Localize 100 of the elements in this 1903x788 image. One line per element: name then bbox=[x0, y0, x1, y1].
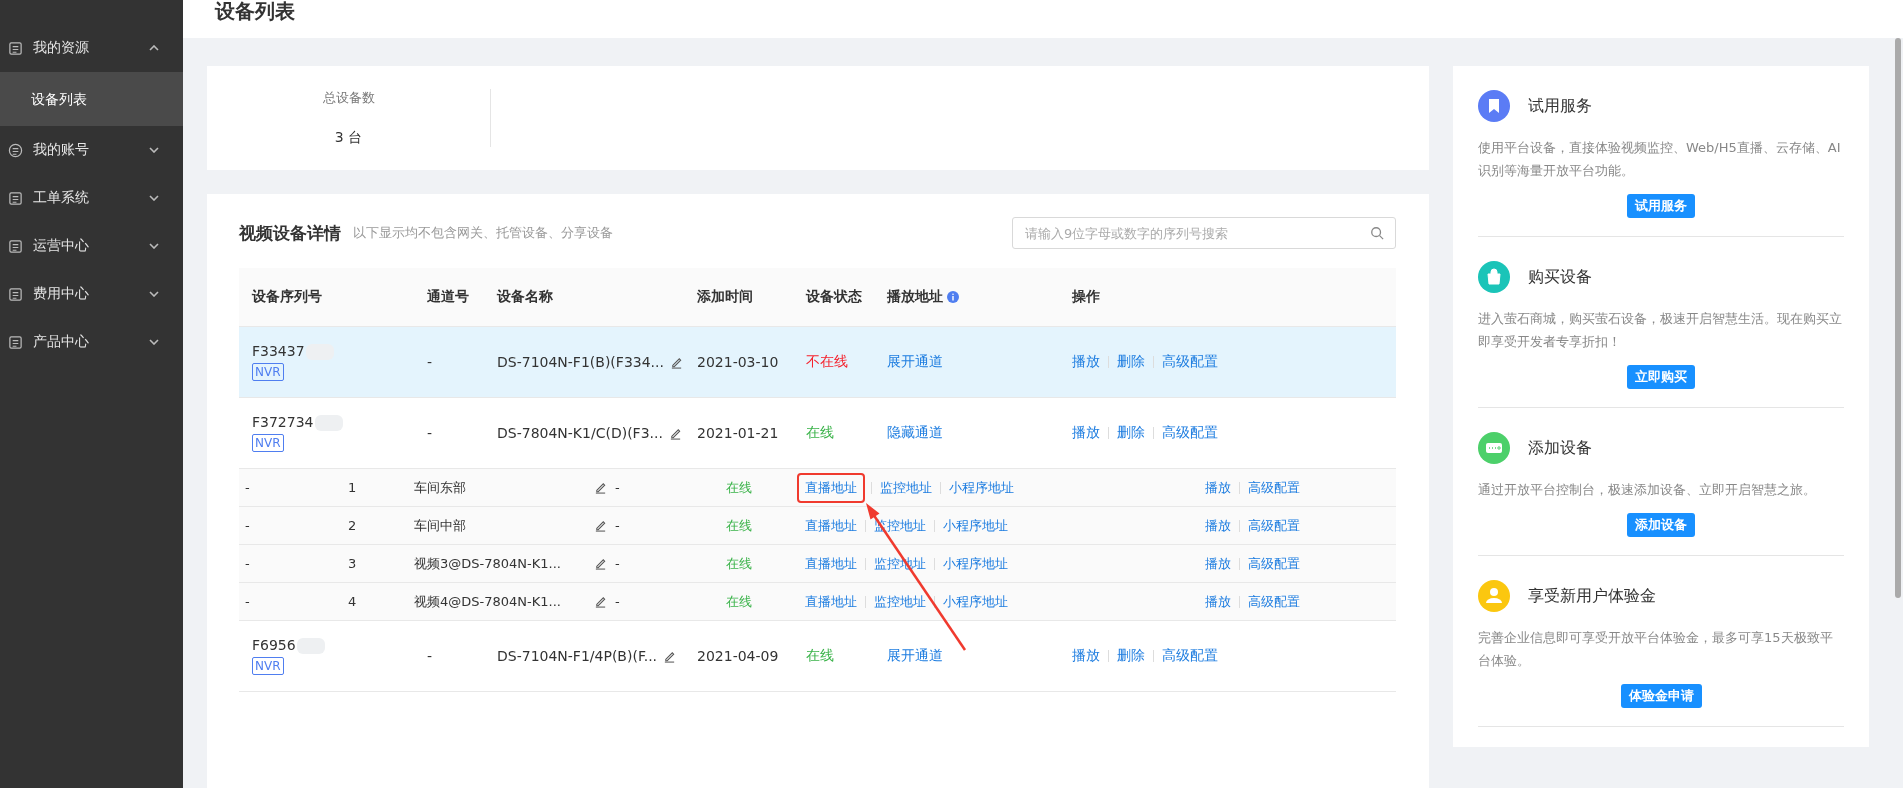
menu-item-icon bbox=[8, 286, 23, 302]
address-link[interactable]: 直播地址 bbox=[805, 514, 857, 537]
action-link[interactable]: 高级配置 bbox=[1248, 552, 1300, 575]
address-link[interactable]: 展开通道 bbox=[887, 645, 943, 667]
status-text: 在线 bbox=[726, 516, 753, 535]
action-link[interactable]: 播放 bbox=[1072, 351, 1100, 373]
address-link[interactable]: 监控地址 bbox=[874, 590, 926, 613]
promo-text: 通过开放平台控制台，极速添加设备、立即开启智慧之旅。 bbox=[1478, 481, 1817, 499]
serial-number: F33437 bbox=[252, 343, 334, 360]
promo-text: 进入萤石商城，购买萤石设备，极速开启智慧生活。现在购买立即享受开发者专享折扣！ bbox=[1478, 310, 1843, 351]
stat-value: 3 台 bbox=[334, 129, 363, 147]
caret-icon bbox=[149, 291, 159, 297]
caret-icon bbox=[149, 45, 159, 51]
promo-button[interactable]: 添加设备 bbox=[1627, 513, 1695, 537]
address-link[interactable]: 直播地址 bbox=[805, 590, 857, 613]
table-cell-text: - bbox=[615, 480, 621, 495]
edit-icon[interactable] bbox=[594, 519, 607, 532]
edit-icon[interactable] bbox=[663, 649, 677, 663]
table-row[interactable]: - 4 视频4@DS-7804N-K1... - 在线 直播地址 监控地址 小程序地址 播放 高级配置 bbox=[239, 583, 1396, 621]
promo-title: 享受新用户体验金 bbox=[1528, 585, 1656, 607]
menu-item-icon bbox=[8, 40, 23, 56]
table-cell-text: - bbox=[245, 556, 251, 571]
edit-icon[interactable] bbox=[594, 557, 607, 570]
table-cell-text: - bbox=[615, 594, 621, 609]
column-header: 设备序列号 bbox=[252, 288, 323, 306]
section-title: 视频设备详情 bbox=[239, 221, 341, 245]
status-text: 在线 bbox=[726, 554, 753, 573]
sidebar-item[interactable]: 我的资源 bbox=[0, 24, 183, 72]
action-link[interactable]: 播放 bbox=[1072, 422, 1100, 444]
address-link[interactable]: 小程序地址 bbox=[943, 514, 1008, 537]
caret-icon bbox=[149, 243, 159, 249]
column-header: 设备名称 bbox=[497, 288, 554, 306]
action-link[interactable]: 播放 bbox=[1205, 590, 1231, 613]
sidebar-item[interactable]: 产品中心 bbox=[0, 318, 183, 366]
address-link[interactable]: 隐藏通道 bbox=[887, 422, 943, 444]
column-header: 播放地址 bbox=[887, 288, 1072, 306]
table-cell-text: 3 bbox=[348, 556, 358, 571]
action-link[interactable]: 播放 bbox=[1205, 514, 1231, 537]
table-cell-text: - bbox=[245, 480, 251, 495]
device-type-tag: NVR bbox=[252, 657, 284, 675]
sidebar-item[interactable]: 工单系统 bbox=[0, 174, 183, 222]
table-cell-text: - bbox=[427, 354, 434, 370]
status-text: 不在线 bbox=[806, 353, 849, 371]
address-link[interactable]: 直播地址 bbox=[805, 552, 857, 575]
table-cell-text: - bbox=[427, 648, 434, 664]
address-link[interactable]: 小程序地址 bbox=[943, 552, 1008, 575]
search-field[interactable]: 请输入9位字母或数字的序列号搜索 bbox=[1012, 217, 1396, 249]
status-text: 在线 bbox=[806, 647, 835, 665]
edit-icon[interactable] bbox=[594, 595, 607, 608]
address-link[interactable]: 直播地址 bbox=[799, 474, 863, 501]
sidebar-item[interactable]: 运营中心 bbox=[0, 222, 183, 270]
promo-button[interactable]: 立即购买 bbox=[1627, 365, 1695, 389]
table-cell-text: - bbox=[615, 518, 621, 533]
promo-button[interactable]: 体验金申请 bbox=[1620, 684, 1702, 708]
edit-icon[interactable] bbox=[669, 355, 683, 369]
serial-number: F6956 bbox=[252, 637, 325, 654]
table-cell-text: - bbox=[245, 518, 251, 533]
info-icon bbox=[947, 291, 959, 303]
column-header: 通道号 bbox=[427, 288, 470, 306]
table-cell-text: 2021-03-10 bbox=[697, 354, 780, 370]
edit-icon[interactable] bbox=[668, 426, 682, 440]
table-cell-text: 4 bbox=[348, 594, 358, 609]
promo-text: 使用平台设备，直接体验视频监控、Web/H5直播、云存储、AI识别等海量开放平台功能。 bbox=[1478, 139, 1842, 180]
action-link[interactable]: 高级配置 bbox=[1248, 514, 1300, 537]
action-link[interactable]: 删除 bbox=[1117, 645, 1145, 667]
column-header: 操作 bbox=[1072, 288, 1101, 306]
section-note: 以下显示均不包含网关、托管设备、分享设备 bbox=[353, 224, 614, 242]
device-type-tag: NVR bbox=[252, 434, 284, 452]
page-title: 设备列表 bbox=[215, 0, 296, 22]
table-row[interactable]: F33437 NVR - DS-7104N-F1(B)(F334... 2021-03-10 不在线 展开通道 播放 删除 高级配置 bbox=[239, 327, 1396, 398]
table-row[interactable]: - 1 车间东部 - 在线 直播地址 监控地址 小程序地址 播放 高级配置 bbox=[239, 469, 1396, 507]
address-link[interactable]: 展开通道 bbox=[887, 351, 943, 373]
action-link[interactable]: 播放 bbox=[1072, 645, 1100, 667]
action-link[interactable]: 播放 bbox=[1205, 552, 1231, 575]
action-link[interactable]: 高级配置 bbox=[1162, 351, 1218, 373]
address-link[interactable]: 小程序地址 bbox=[943, 590, 1008, 613]
status-text: 在线 bbox=[726, 478, 753, 497]
table-cell-text: 2 bbox=[348, 518, 358, 533]
status-text: 在线 bbox=[806, 424, 835, 442]
edit-icon[interactable] bbox=[594, 481, 607, 494]
action-link[interactable]: 播放 bbox=[1205, 476, 1231, 499]
action-link[interactable]: 高级配置 bbox=[1162, 645, 1218, 667]
action-link[interactable]: 删除 bbox=[1117, 422, 1145, 444]
address-link[interactable]: 监控地址 bbox=[880, 476, 932, 499]
table-cell-text: 2021-04-09 bbox=[697, 648, 780, 664]
promo-button[interactable]: 试用服务 bbox=[1627, 194, 1695, 218]
device-type-tag: NVR bbox=[252, 363, 284, 381]
scrollbar[interactable] bbox=[1895, 38, 1901, 598]
sidebar-item[interactable]: 费用中心 bbox=[0, 270, 183, 318]
action-link[interactable]: 高级配置 bbox=[1162, 422, 1218, 444]
address-link[interactable]: 小程序地址 bbox=[949, 476, 1014, 499]
sidebar-item[interactable]: 我的账号 bbox=[0, 126, 183, 174]
action-link[interactable]: 高级配置 bbox=[1248, 476, 1300, 499]
stat-label: 总设备数 bbox=[322, 89, 375, 107]
action-link[interactable]: 删除 bbox=[1117, 351, 1145, 373]
device-name: DS-7104N-F1/4P(B)(F... bbox=[497, 648, 658, 664]
menu-item-icon bbox=[8, 190, 23, 206]
sidebar-subitem[interactable]: 设备列表 bbox=[0, 72, 183, 126]
menu-item-icon bbox=[8, 238, 23, 254]
action-link[interactable]: 高级配置 bbox=[1248, 590, 1300, 613]
